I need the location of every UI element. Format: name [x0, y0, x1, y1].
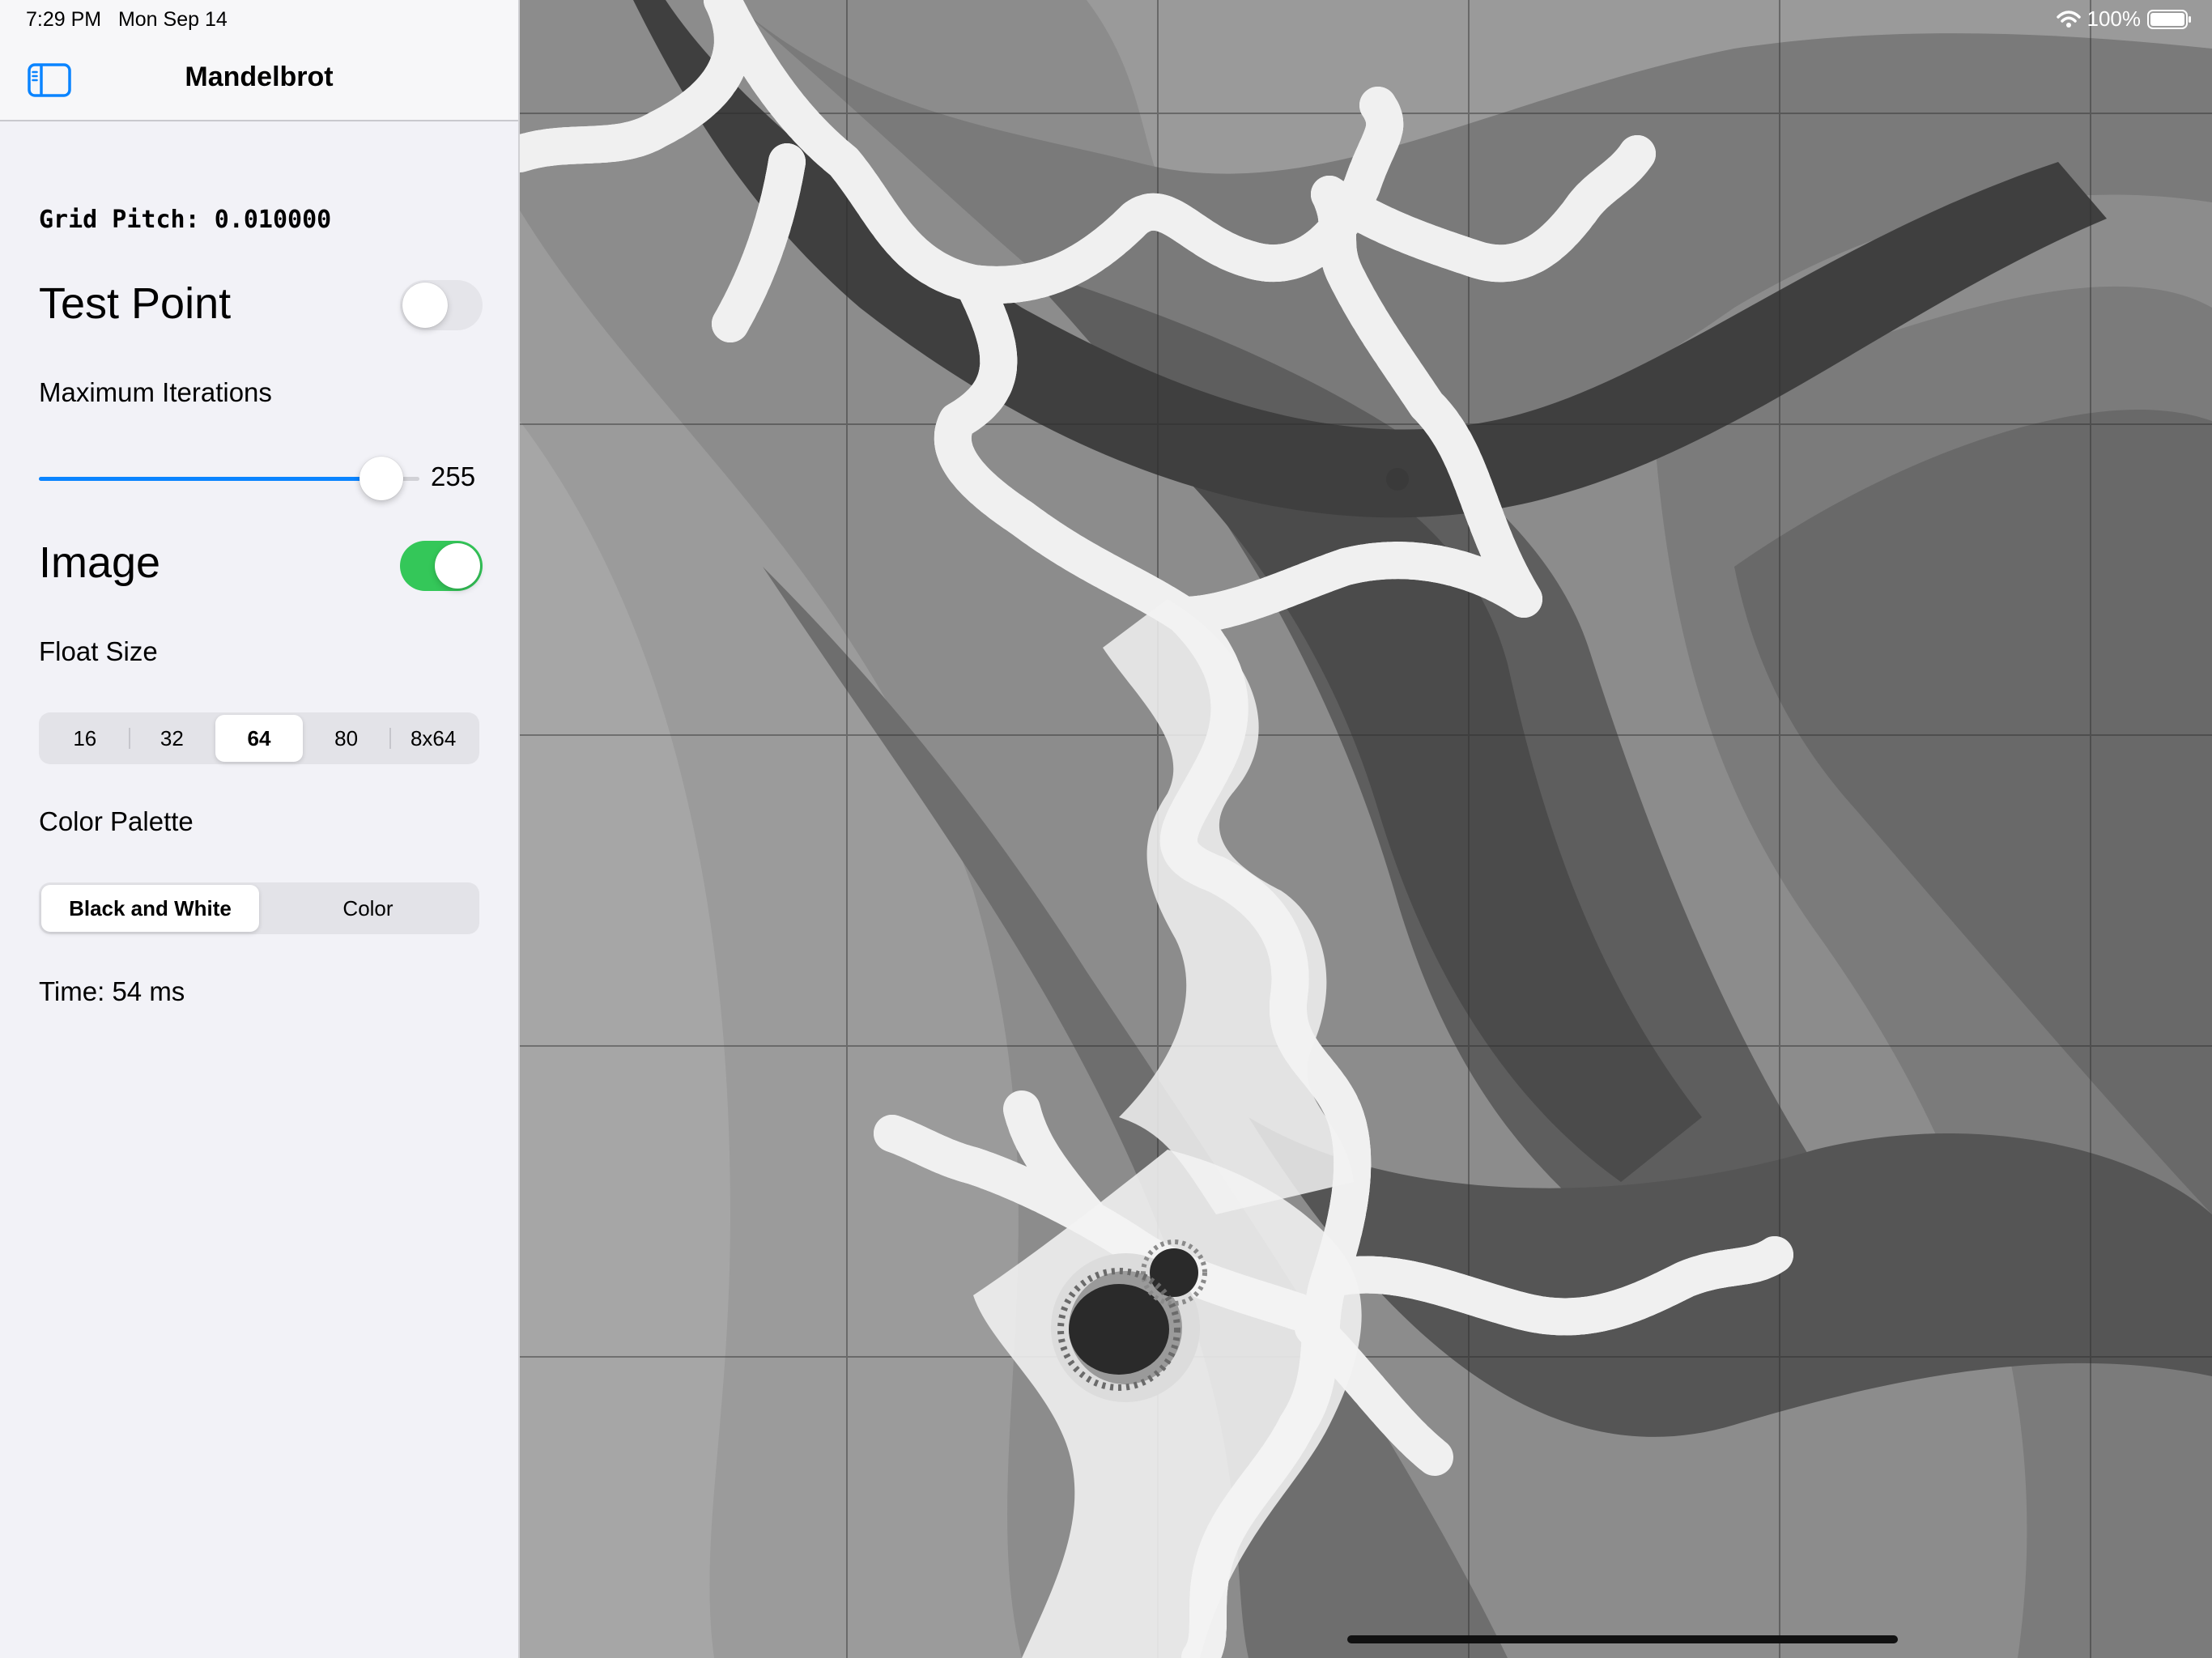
page-title: Mandelbrot	[185, 62, 334, 92]
max-iterations-value: 255	[431, 461, 476, 491]
max-iterations-slider[interactable]	[39, 450, 419, 507]
render-time-label: Time: 54 ms	[39, 976, 185, 1006]
slider-thumb[interactable]	[359, 457, 403, 500]
float-size-label: Float Size	[39, 636, 158, 666]
battery-percent: 100%	[2087, 6, 2142, 31]
float-size-option-64[interactable]: 64	[215, 715, 303, 762]
float-size-option-32[interactable]: 32	[128, 715, 216, 762]
battery-level	[2150, 12, 2184, 26]
navigation-bar: 7:29 PM Mon Sep 14 Mandelbrot	[0, 0, 518, 121]
sidebar: 7:29 PM Mon Sep 14 Mandelbrot Grid Pitch…	[0, 0, 520, 1658]
max-iterations-label: Maximum Iterations	[39, 377, 272, 407]
color-palette-label: Color Palette	[39, 806, 194, 836]
float-size-option-80[interactable]: 80	[303, 715, 390, 762]
grid-pitch-label: Grid Pitch: 0.010000	[39, 206, 332, 234]
toggle-knob	[435, 543, 480, 589]
home-indicator[interactable]	[1347, 1635, 1898, 1643]
slider-fill	[39, 477, 381, 481]
image-label: Image	[39, 538, 161, 587]
fractal-image	[520, 0, 2212, 1658]
test-point-label: Test Point	[39, 279, 232, 328]
test-point-toggle[interactable]	[400, 280, 483, 330]
mandelbrot-canvas[interactable]: 100%	[520, 0, 2212, 1658]
status-date: Mon Sep 14	[117, 8, 228, 31]
wifi-icon	[2056, 10, 2081, 28]
battery-icon	[2147, 9, 2191, 29]
float-size-segmented-control: 16 32 64 80 8x64	[39, 712, 479, 764]
float-size-option-16[interactable]: 16	[41, 715, 129, 762]
status-indicators: 100%	[2056, 6, 2191, 32]
float-size-option-8x64[interactable]: 8x64	[389, 715, 477, 762]
toggle-knob	[402, 283, 448, 328]
color-palette-segmented-control: Black and White Color	[39, 882, 479, 934]
palette-option-black-and-white[interactable]: Black and White	[41, 885, 259, 932]
status-time: 7:29 PM Mon Sep 14	[26, 8, 228, 32]
status-clock: 7:29 PM	[26, 8, 102, 31]
image-toggle[interactable]	[400, 541, 483, 591]
palette-option-color[interactable]: Color	[259, 885, 477, 932]
